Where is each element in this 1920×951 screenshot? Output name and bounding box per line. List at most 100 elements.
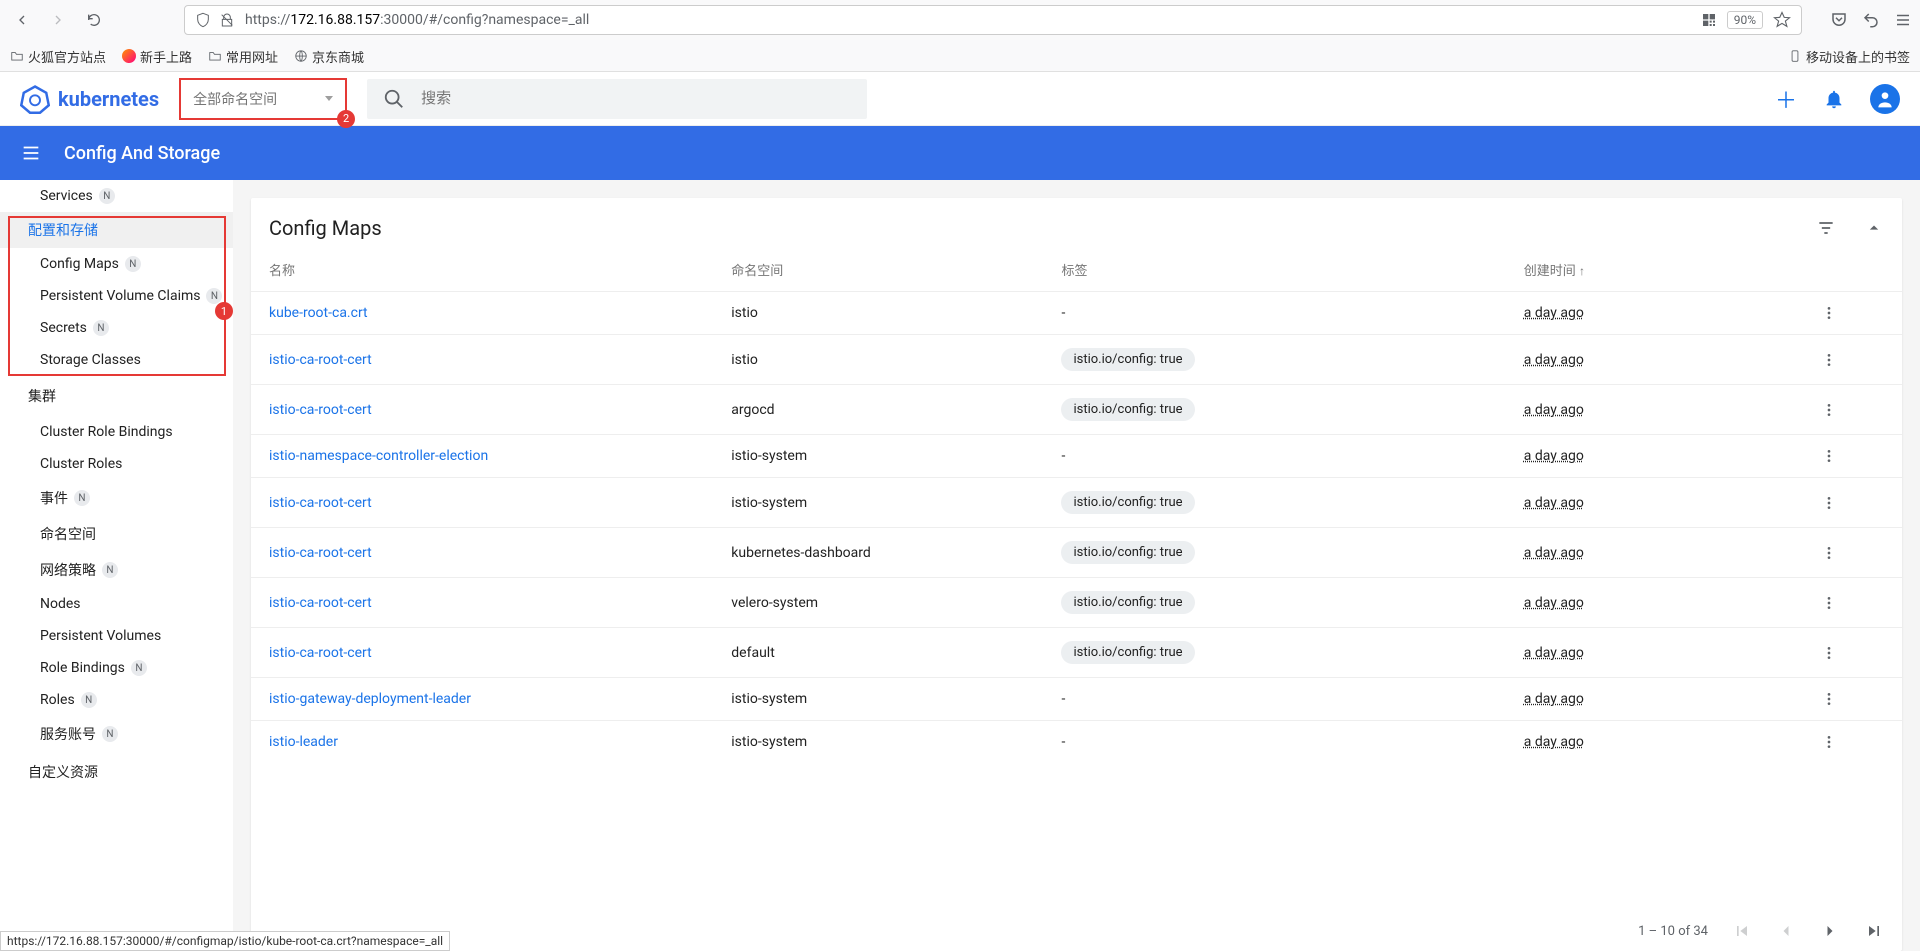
- status-bar: https://172.16.88.157:30000/#/configmap/…: [0, 931, 450, 951]
- table-row: istio-namespace-controller-electionistio…: [251, 435, 1902, 478]
- notifications-icon[interactable]: [1822, 87, 1846, 111]
- search-input[interactable]: [421, 90, 851, 107]
- collapse-icon[interactable]: [1864, 218, 1884, 238]
- col-namespace[interactable]: 命名空间: [713, 248, 1043, 292]
- cell-labels: istio.io/config: true: [1043, 528, 1505, 578]
- resource-link[interactable]: istio-ca-root-cert: [269, 352, 372, 368]
- resource-link[interactable]: istio-ca-root-cert: [269, 645, 372, 661]
- cell-created: a day ago: [1506, 292, 1803, 335]
- cell-labels: istio.io/config: true: [1043, 478, 1505, 528]
- cell-namespace: default: [713, 628, 1043, 678]
- sidebar-section-cluster[interactable]: 集群: [0, 376, 233, 416]
- sidebar-item-secrets[interactable]: SecretsN: [0, 312, 233, 344]
- sidebar-item-netpol[interactable]: 网络策略N: [0, 552, 233, 588]
- sidebar-item-config-storage[interactable]: 配置和存储: [0, 212, 233, 248]
- row-menu-button[interactable]: [1803, 578, 1902, 628]
- sidebar-item-storageclasses[interactable]: Storage Classes: [0, 344, 233, 376]
- table-row: istio-ca-root-certargocdistio.io/config:…: [251, 385, 1902, 435]
- sidebar-item-nodes[interactable]: Nodes: [0, 588, 233, 620]
- resource-link[interactable]: istio-gateway-deployment-leader: [269, 691, 471, 707]
- row-menu-button[interactable]: [1803, 385, 1902, 435]
- cell-name: istio-ca-root-cert: [251, 628, 713, 678]
- zoom-level[interactable]: 90%: [1727, 11, 1763, 29]
- cell-labels: istio.io/config: true: [1043, 385, 1505, 435]
- url-bar[interactable]: https://172.16.88.157:30000/#/config?nam…: [184, 5, 1802, 35]
- row-menu-button[interactable]: [1803, 335, 1902, 385]
- sidebar-item-crb[interactable]: Cluster Role Bindings: [0, 416, 233, 448]
- next-page-button[interactable]: [1820, 921, 1840, 941]
- create-button[interactable]: ＋: [1774, 87, 1798, 111]
- pocket-icon[interactable]: [1830, 11, 1848, 29]
- cell-namespace: istio-system: [713, 678, 1043, 721]
- app-menu-icon[interactable]: [1894, 11, 1912, 29]
- sidebar-item-pv[interactable]: Persistent Volumes: [0, 620, 233, 652]
- cell-created: a day ago: [1506, 385, 1803, 435]
- folder-icon: [10, 49, 24, 63]
- dashboard-header: kubernetes 全部命名空间 2 ＋: [0, 72, 1920, 126]
- bookmark-item[interactable]: 京东商城: [294, 47, 364, 66]
- table-row: kube-root-ca.crtistio-a day ago: [251, 292, 1902, 335]
- menu-toggle[interactable]: [20, 142, 44, 164]
- configmaps-table: 名称 命名空间 标签 创建时间 ↑ kube-root-ca.crt istio-…: [251, 248, 1902, 763]
- card-title: Config Maps: [269, 216, 382, 240]
- cell-namespace: istio: [713, 292, 1043, 335]
- kubernetes-logo[interactable]: kubernetes: [20, 84, 159, 114]
- row-menu-button[interactable]: [1803, 478, 1902, 528]
- browser-chrome: https://172.16.88.157:30000/#/config?nam…: [0, 0, 1920, 72]
- label-chip: istio.io/config: true: [1061, 541, 1194, 564]
- namespace-badge: N: [74, 490, 90, 506]
- row-menu-button[interactable]: [1803, 528, 1902, 578]
- row-menu-button[interactable]: [1803, 678, 1902, 721]
- namespace-selector[interactable]: 全部命名空间 2: [179, 78, 347, 120]
- row-menu-button[interactable]: [1803, 292, 1902, 335]
- cell-namespace: istio-system: [713, 721, 1043, 764]
- undo-icon[interactable]: [1862, 11, 1880, 29]
- resource-link[interactable]: istio-namespace-controller-election: [269, 448, 488, 464]
- forward-button[interactable]: [44, 6, 72, 34]
- sidebar-item-services[interactable]: ServicesN: [0, 180, 233, 212]
- bookmark-item[interactable]: 新手上路: [122, 47, 192, 66]
- bookmark-item[interactable]: 火狐官方站点: [10, 47, 106, 66]
- resource-link[interactable]: istio-ca-root-cert: [269, 545, 372, 561]
- sidebar-item-roles[interactable]: RolesN: [0, 684, 233, 716]
- prev-page-button[interactable]: [1776, 921, 1796, 941]
- cell-name: istio-namespace-controller-election: [251, 435, 713, 478]
- col-created[interactable]: 创建时间 ↑: [1506, 248, 1803, 292]
- row-menu-button[interactable]: [1803, 721, 1902, 764]
- resource-link[interactable]: istio-ca-root-cert: [269, 495, 372, 511]
- cell-name: istio-gateway-deployment-leader: [251, 678, 713, 721]
- reload-button[interactable]: [80, 6, 108, 34]
- filter-icon[interactable]: [1816, 218, 1836, 238]
- col-labels[interactable]: 标签: [1043, 248, 1505, 292]
- row-menu-button[interactable]: [1803, 628, 1902, 678]
- sidebar-item-events[interactable]: 事件N: [0, 480, 233, 516]
- cell-created: a day ago: [1506, 678, 1803, 721]
- namespace-badge: N: [99, 188, 115, 204]
- sidebar-item-namespaces[interactable]: 命名空间: [0, 516, 233, 552]
- sidebar-item-rb[interactable]: Role BindingsN: [0, 652, 233, 684]
- chevron-down-icon: [325, 96, 333, 101]
- search-icon: [383, 88, 405, 110]
- resource-link[interactable]: istio-leader: [269, 734, 338, 750]
- search-box[interactable]: [367, 79, 867, 119]
- sidebar-item-sa[interactable]: 服务账号N: [0, 716, 233, 752]
- bookmark-item[interactable]: 常用网址: [208, 47, 278, 66]
- qr-icon[interactable]: [1701, 12, 1717, 28]
- folder-icon: [208, 49, 222, 63]
- back-button[interactable]: [8, 6, 36, 34]
- mobile-bookmarks[interactable]: 移动设备上的书签: [1788, 47, 1910, 66]
- resource-link[interactable]: istio-ca-root-cert: [269, 402, 372, 418]
- sidebar-item-pvc[interactable]: Persistent Volume ClaimsN: [0, 280, 233, 312]
- resource-link[interactable]: kube-root-ca.crt: [269, 305, 368, 321]
- resource-link[interactable]: istio-ca-root-cert: [269, 595, 372, 611]
- section-bar: Config And Storage: [0, 126, 1920, 180]
- sidebar-item-cr[interactable]: Cluster Roles: [0, 448, 233, 480]
- first-page-button[interactable]: [1732, 921, 1752, 941]
- sidebar-section-crd[interactable]: 自定义资源: [0, 752, 233, 792]
- last-page-button[interactable]: [1864, 921, 1884, 941]
- row-menu-button[interactable]: [1803, 435, 1902, 478]
- col-name[interactable]: 名称: [251, 248, 713, 292]
- bookmark-star-icon[interactable]: [1773, 11, 1791, 29]
- sidebar-item-configmaps[interactable]: Config MapsN: [0, 248, 233, 280]
- user-avatar[interactable]: [1870, 84, 1900, 114]
